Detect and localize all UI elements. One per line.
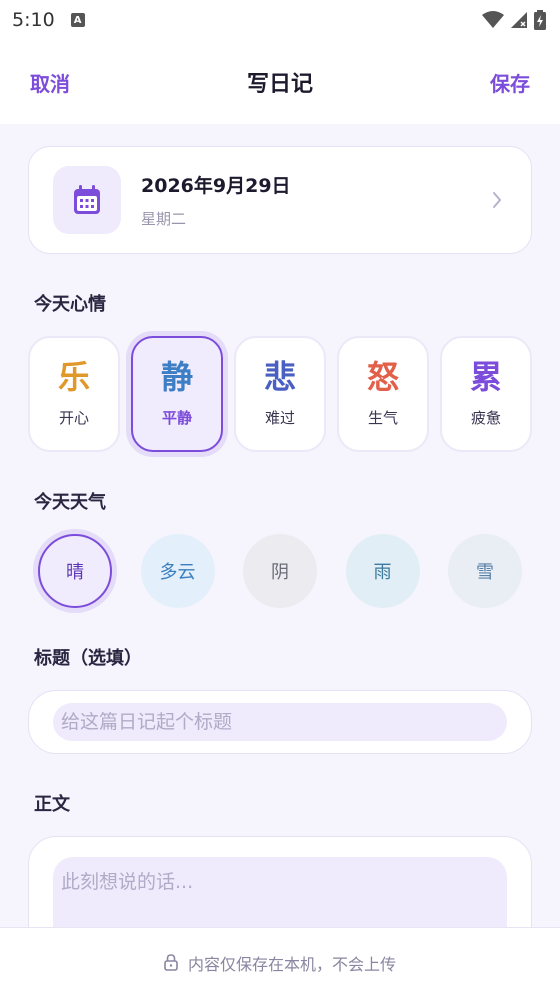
mood-option-sad[interactable]: 悲 难过 [234,336,326,452]
weather-option-snow[interactable]: 雪 [448,534,522,608]
mood-char: 怒 [366,357,399,396]
wifi-icon [482,11,504,28]
privacy-footer: 内容仅保存在本机，不会上传 [0,927,560,997]
calendar-icon [74,185,100,214]
mood-label: 平静 [161,408,192,427]
privacy-note: 内容仅保存在本机，不会上传 [187,954,396,974]
weather-option-overcast[interactable]: 阴 [243,534,317,608]
weather-section-title: 今天天气 [34,492,106,513]
selected-weekday: 星期二 [141,210,187,228]
mood-char: 悲 [263,357,296,396]
chevron-right-icon [487,190,507,210]
signal-icon [511,12,527,28]
status-time: 5:10 [12,9,55,31]
weather-options: 晴 多云 阴 雨 雪 [28,534,532,608]
mood-options: 乐 开心 静 平静 悲 难过 怒 生气 累 疲惫 [28,336,532,452]
mood-label: 开心 [58,408,89,427]
body-section-title: 正文 [34,794,70,815]
notification-icon: A [70,13,85,27]
calendar-icon-box [53,166,121,234]
title-input[interactable] [53,703,507,741]
title-section-title: 标题（选填） [34,648,142,669]
app-header: 取消 写日记 保存 [0,40,560,124]
mood-label: 难过 [264,408,295,427]
mood-option-calm[interactable]: 静 平静 [131,336,223,452]
main-content: 2026年9月29日 星期二 今天心情 乐 开心 静 平静 悲 难过 怒 生气 … [0,124,560,977]
mood-label: 疲惫 [470,408,501,427]
weather-option-sunny[interactable]: 晴 [38,534,112,608]
mood-char: 乐 [57,357,90,396]
selected-date: 2026年9月29日 [141,175,291,197]
weather-option-cloudy[interactable]: 多云 [140,534,215,608]
battery-icon [534,10,546,30]
mood-section-title: 今天心情 [34,294,106,315]
weather-option-rain[interactable]: 雨 [345,534,420,608]
save-button[interactable]: 保存 [490,68,530,97]
mood-option-angry[interactable]: 怒 生气 [337,336,429,452]
date-picker-card[interactable]: 2026年9月29日 星期二 [28,146,532,254]
mood-option-tired[interactable]: 累 疲惫 [440,336,532,452]
mood-option-happy[interactable]: 乐 开心 [28,336,120,452]
lock-icon [164,954,178,971]
cancel-button[interactable]: 取消 [30,68,70,97]
mood-char: 静 [160,357,193,396]
mood-label: 生气 [367,408,398,427]
title-field-card [28,690,532,754]
mood-char: 累 [469,357,502,396]
page-title: 写日记 [246,72,313,97]
status-bar: 5:10 A [0,0,560,40]
